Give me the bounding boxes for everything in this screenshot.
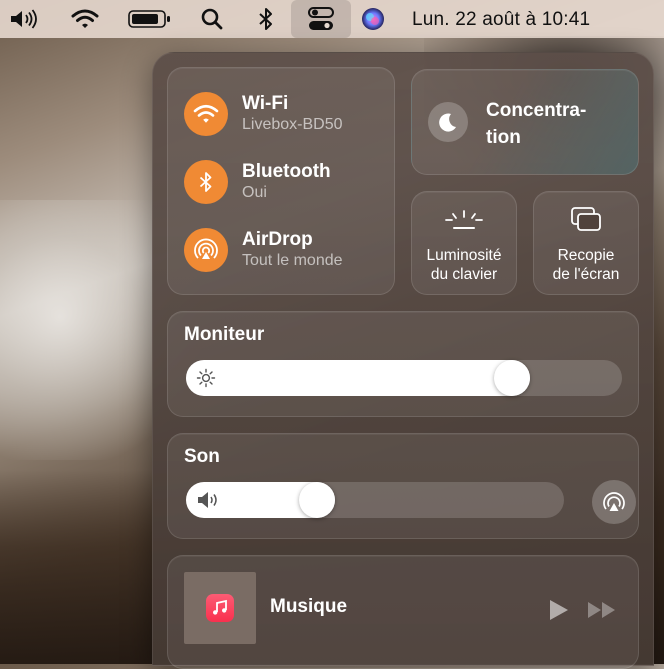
keyboard-brightness-line1: Luminosité	[426, 247, 502, 264]
music-title: Musique	[270, 596, 348, 617]
music-artwork	[184, 572, 256, 644]
play-icon	[550, 600, 568, 620]
volume-slider[interactable]	[186, 482, 564, 518]
control-center-icon[interactable]	[291, 0, 351, 38]
focus-label-line2: tion	[486, 127, 521, 148]
moon-icon	[428, 102, 468, 142]
airplay-audio-icon	[603, 492, 625, 511]
volume-slider-knob[interactable]	[299, 482, 335, 518]
menubar-clock[interactable]: Lun. 22 août à 10:41	[412, 9, 590, 31]
bluetooth-icon[interactable]	[184, 160, 228, 204]
wifi-title: Wi-Fi	[242, 93, 289, 114]
screen-mirroring-line2: de l'écran	[552, 266, 620, 283]
bluetooth-toggle[interactable]: Bluetooth Oui	[184, 160, 331, 204]
keyboard-brightness-line2: du clavier	[430, 266, 498, 283]
airdrop-subtitle: Tout le monde	[242, 252, 343, 269]
display-slider-knob[interactable]	[494, 360, 530, 396]
display-slider-fill	[186, 360, 530, 396]
screen-mirroring-icon	[570, 206, 604, 239]
sound-title: Son	[184, 446, 220, 467]
screen-mirroring-tile[interactable]: Recopie de l'écran	[533, 191, 639, 295]
speaker-icon	[196, 490, 222, 515]
bluetooth-subtitle: Oui	[242, 184, 267, 201]
keyboard-brightness-icon	[442, 208, 486, 239]
airdrop-title: AirDrop	[242, 229, 313, 250]
wifi-icon[interactable]	[66, 0, 104, 38]
next-track-button[interactable]	[586, 600, 618, 625]
connectivity-tile: Wi-Fi Livebox-BD50 Bluetooth Oui AirDrop…	[167, 67, 395, 295]
search-icon[interactable]	[196, 0, 228, 38]
focus-tile[interactable]: Concentra- tion	[411, 69, 639, 175]
screen-mirroring-line1: Recopie	[557, 247, 615, 264]
sun-icon	[196, 368, 216, 393]
play-button[interactable]	[546, 598, 570, 627]
control-center-panel: Wi-Fi Livebox-BD50 Bluetooth Oui AirDrop…	[152, 52, 654, 669]
screen-mirroring-label: Recopie de l'écran	[534, 246, 638, 284]
wifi-subtitle: Livebox-BD50	[242, 116, 343, 133]
focus-label-line1: Concentra-	[486, 100, 587, 121]
airplay-audio-button[interactable]	[592, 480, 636, 524]
sound-tile: Son	[167, 433, 639, 539]
airdrop-icon[interactable]	[184, 228, 228, 272]
display-title: Moniteur	[184, 324, 265, 345]
bluetooth-title: Bluetooth	[242, 161, 331, 182]
wifi-icon[interactable]	[184, 92, 228, 136]
menu-bar: Lun. 22 août à 10:41	[0, 0, 664, 38]
display-brightness-slider[interactable]	[186, 360, 622, 396]
bluetooth-icon[interactable]	[250, 0, 282, 38]
music-app-icon	[206, 594, 234, 622]
airdrop-toggle[interactable]: AirDrop Tout le monde	[184, 228, 343, 272]
forward-icon	[588, 602, 615, 618]
wifi-toggle[interactable]: Wi-Fi Livebox-BD50	[184, 92, 343, 136]
display-tile: Moniteur	[167, 311, 639, 417]
music-tile[interactable]: Musique	[167, 555, 639, 669]
volume-icon[interactable]	[6, 0, 42, 38]
focus-label: Concentra- tion	[486, 97, 586, 151]
battery-icon[interactable]	[126, 0, 174, 38]
siri-icon[interactable]	[360, 0, 386, 38]
keyboard-brightness-label: Luminosité du clavier	[412, 246, 516, 284]
keyboard-brightness-tile[interactable]: Luminosité du clavier	[411, 191, 517, 295]
